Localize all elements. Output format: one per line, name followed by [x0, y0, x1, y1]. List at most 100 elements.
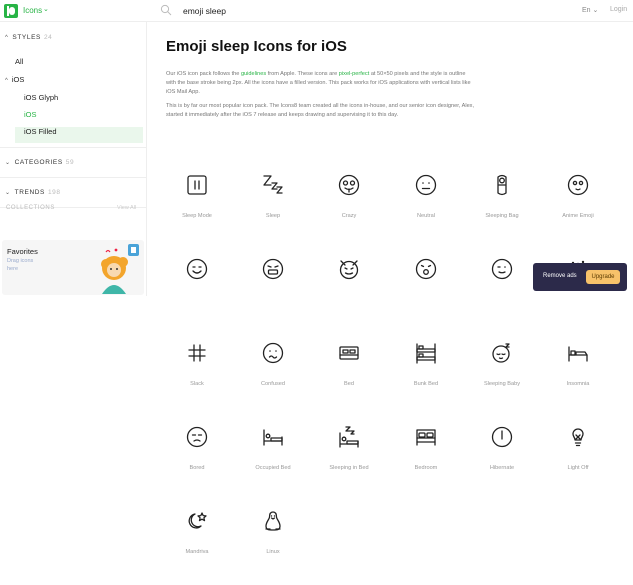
icon-card[interactable]: Sleeping in Bed	[314, 425, 384, 485]
chevron-up-icon: ^	[5, 35, 9, 41]
wink-icon	[491, 258, 513, 280]
collections-header: COLLECTIONS	[6, 205, 55, 211]
neutral-icon	[415, 174, 437, 196]
search-input[interactable]	[183, 4, 483, 18]
icon-card[interactable]: Sleeping Bag	[467, 173, 537, 233]
icon-card[interactable]: Anime Emoji	[543, 173, 613, 233]
grimace-icon	[262, 258, 284, 280]
brand-menu[interactable]: Icons	[23, 6, 42, 15]
chevron-down-icon[interactable]: ⌄	[43, 5, 49, 13]
chevron-down-icon: ⌄	[5, 190, 11, 196]
mandriva-icon	[188, 512, 207, 529]
icon-card[interactable]: Bedroom	[391, 425, 461, 485]
icon-label: Occupied Bed	[255, 465, 291, 471]
icon-card[interactable]	[162, 257, 232, 317]
remove-ads-banner: Remove ads Upgrade	[533, 263, 627, 291]
icon-card[interactable]: Confused	[238, 341, 308, 401]
icon-label: Bunk Bed	[413, 381, 439, 387]
chevron-up-icon: ^	[5, 78, 8, 84]
hibernate-icon	[491, 426, 513, 448]
top-bar: Icons ⌄ En ⌄ Login	[0, 0, 633, 22]
view-all-link[interactable]: View All	[117, 205, 136, 211]
icon-card[interactable]: Linux	[238, 509, 308, 569]
trends-section-header[interactable]: ⌄ TRENDS 198	[5, 189, 61, 196]
divider	[0, 147, 146, 148]
icon-label: Sleep Mode	[182, 213, 212, 219]
search-icon[interactable]	[160, 4, 172, 16]
sidebar-item-ios-selected-label[interactable]: iOS	[24, 110, 37, 119]
icon-card[interactable]: Hibernate	[467, 425, 537, 485]
linux-icon	[265, 511, 281, 531]
icon-label: Bored	[189, 465, 205, 471]
favorites-illustration-icon	[101, 244, 139, 294]
pixel-perfect-link[interactable]: pixel-perfect	[339, 71, 369, 77]
favorites-title: Favorites	[7, 247, 38, 256]
icon-card[interactable]: Bed	[314, 341, 384, 401]
favorites-collection-card[interactable]: Favorites Drag icons here	[2, 240, 144, 295]
sleep-mode-icon	[187, 175, 207, 195]
styles-section-header[interactable]: ^ STYLES 24	[5, 34, 52, 41]
icon-card[interactable]	[467, 257, 537, 317]
bed-icon	[339, 346, 359, 360]
icon-card[interactable]: Neutral	[391, 173, 461, 233]
crazy-icon	[338, 174, 360, 196]
icon-card[interactable]	[391, 257, 461, 317]
anime-emoji-icon	[567, 174, 589, 196]
icon-card[interactable]: Insomnia	[543, 341, 613, 401]
icon-label: Sleep	[265, 213, 281, 219]
icon-card[interactable]	[238, 257, 308, 317]
sleeping-bag-icon	[497, 174, 507, 196]
sidebar-item-ios-filled[interactable]: iOS Filled	[24, 127, 57, 136]
icon-card[interactable]: Light Off	[543, 425, 613, 485]
icon-card[interactable]: Bunk Bed	[391, 341, 461, 401]
icon-label: Bed	[344, 381, 354, 387]
remove-ads-text: Remove ads	[543, 273, 577, 279]
page-title: Emoji sleep Icons for iOS	[166, 38, 347, 55]
icon-card[interactable]: Sleeping Baby	[467, 341, 537, 401]
icons8-logo[interactable]	[4, 4, 18, 18]
icon-label: Sleeping Bag	[485, 213, 519, 219]
icon-card[interactable]: Bored	[162, 425, 232, 485]
sidebar-item-all[interactable]: All	[15, 57, 23, 66]
sleeping-baby-icon	[492, 343, 510, 363]
icon-label: Bedroom	[414, 465, 438, 471]
icon-label: Crazy	[341, 213, 357, 219]
slack-icon	[188, 344, 206, 362]
smile-icon	[186, 258, 208, 280]
icon-card[interactable]: Crazy	[314, 173, 384, 233]
icon-card[interactable]: Sleep	[238, 173, 308, 233]
icon-label: Insomnia	[566, 381, 590, 387]
upgrade-button[interactable]: Upgrade	[586, 270, 620, 284]
favorites-description: Drag icons here	[7, 258, 34, 272]
icon-card[interactable]: Mandriva	[162, 509, 232, 569]
chevron-down-icon: ⌄	[5, 160, 11, 166]
categories-section-header[interactable]: ⌄ CATEGORIES 59	[5, 159, 74, 166]
light-off-icon	[572, 428, 584, 447]
icon-label: Hibernate	[489, 465, 515, 471]
occupied-bed-icon	[263, 429, 283, 446]
description-paragraph: Our iOS icon pack follows the guidelines…	[166, 71, 471, 95]
insomnia-icon	[568, 346, 588, 362]
login-link[interactable]: Login	[610, 6, 627, 13]
icon-card[interactable]	[314, 257, 384, 317]
sidebar-item-ios-glyph[interactable]: iOS Glyph	[24, 93, 58, 102]
icon-card[interactable]: Occupied Bed	[238, 425, 308, 485]
language-select[interactable]: En ⌄	[582, 6, 598, 14]
devil-icon	[339, 260, 359, 280]
divider	[0, 177, 146, 178]
icon-label: Neutral	[416, 213, 436, 219]
sidebar-item-ios[interactable]: ^ iOS	[5, 75, 24, 84]
icon-label: Confused	[261, 381, 285, 387]
icon-label: Anime Emoji	[562, 213, 594, 219]
bored-icon	[186, 426, 208, 448]
icon-card[interactable]: Slack	[162, 341, 232, 401]
surprised-icon	[415, 258, 437, 280]
icon-label: Sleeping Baby	[483, 381, 521, 387]
icon-label: Linux	[266, 549, 280, 555]
description-paragraph-2: This is by far our most popular icon pac…	[166, 103, 475, 118]
bedroom-icon	[416, 429, 436, 446]
guidelines-link[interactable]: guidelines	[241, 71, 266, 77]
icon-card[interactable]: Sleep Mode	[162, 173, 232, 233]
icon-label: Slack	[190, 381, 204, 387]
icon-label: Mandriva	[185, 549, 209, 555]
